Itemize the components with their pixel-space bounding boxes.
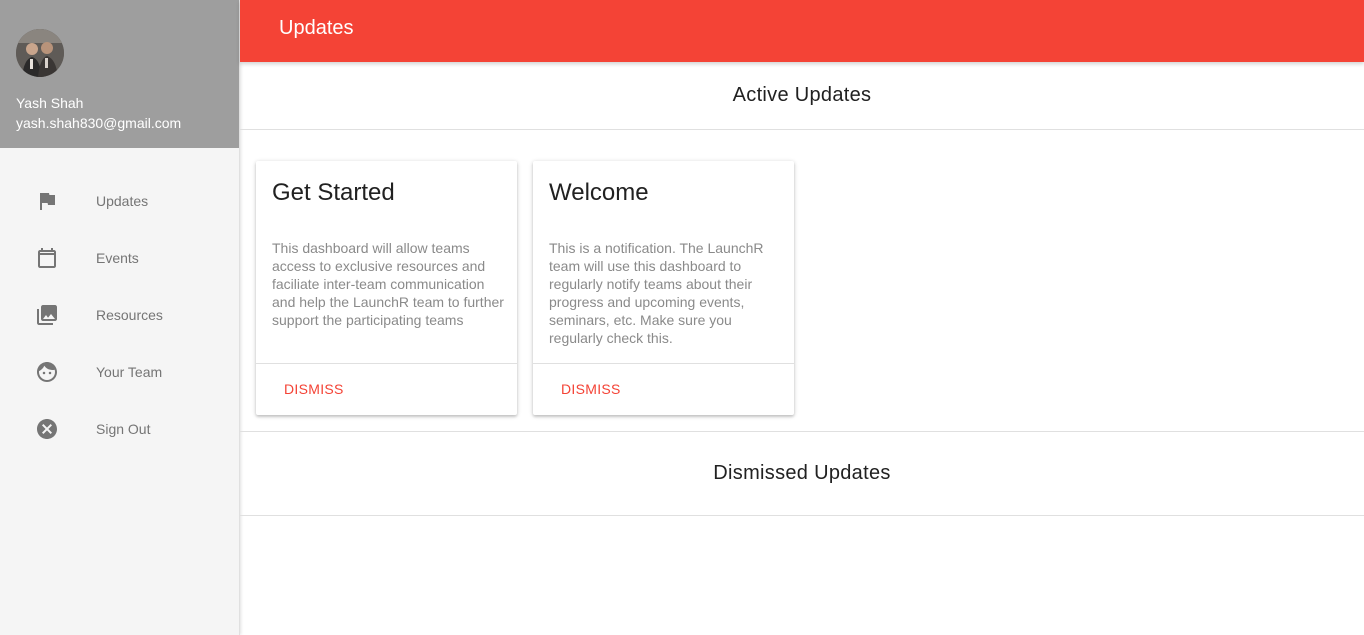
active-updates-header: Active Updates: [240, 62, 1364, 130]
sidebar-item-label: Your Team: [96, 363, 163, 380]
sidebar-item-resources[interactable]: Resources: [0, 286, 239, 343]
card-body: This is a notification. The LaunchR team…: [549, 240, 764, 346]
card-title: Welcome: [549, 179, 649, 206]
dismissed-updates-header: Dismissed Updates: [240, 432, 1364, 516]
cancel-icon: [0, 417, 96, 441]
sidebar: Yash Shah yash.shah830@gmail.com Updates…: [0, 0, 240, 635]
sidebar-item-updates[interactable]: Updates: [0, 172, 239, 229]
update-card: Get Started This dashboard will allow te…: [256, 161, 517, 415]
face-icon: [0, 360, 96, 384]
dismissed-updates-heading: Dismissed Updates: [713, 462, 891, 484]
sidebar-nav: Updates Events Resources Your Team Sign …: [0, 148, 239, 457]
active-updates-list: Get Started This dashboard will allow te…: [240, 130, 1364, 432]
sidebar-item-label: Resources: [96, 306, 163, 323]
photo-library-icon: [0, 303, 96, 327]
card-title: Get Started: [272, 179, 395, 206]
main-content: Active Updates Get Started This dashboar…: [240, 62, 1364, 635]
sidebar-item-label: Events: [96, 249, 139, 266]
profile-header: Yash Shah yash.shah830@gmail.com: [0, 0, 239, 148]
dismiss-button[interactable]: DISMISS: [284, 381, 344, 397]
sidebar-item-label: Sign Out: [96, 420, 151, 437]
avatar[interactable]: [16, 29, 64, 77]
user-email: yash.shah830@gmail.com: [16, 115, 182, 131]
card-actions: DISMISS: [256, 363, 517, 415]
page-title: Updates: [279, 17, 354, 39]
update-card: Welcome This is a notification. The Laun…: [533, 161, 794, 415]
active-updates-heading: Active Updates: [732, 84, 872, 106]
top-app-bar: Updates: [240, 0, 1364, 62]
flag-icon: [0, 189, 96, 213]
card-actions: DISMISS: [533, 363, 794, 415]
app: Yash Shah yash.shah830@gmail.com Updates…: [0, 0, 1364, 635]
user-name: Yash Shah: [16, 95, 84, 111]
card-body: This dashboard will allow teams access t…: [272, 240, 504, 328]
calendar-icon: [0, 246, 96, 270]
sidebar-item-events[interactable]: Events: [0, 229, 239, 286]
sidebar-item-your-team[interactable]: Your Team: [0, 343, 239, 400]
dismiss-button[interactable]: DISMISS: [561, 381, 621, 397]
sidebar-item-sign-out[interactable]: Sign Out: [0, 400, 239, 457]
sidebar-item-label: Updates: [96, 192, 149, 209]
avatar-photo: [16, 29, 64, 77]
